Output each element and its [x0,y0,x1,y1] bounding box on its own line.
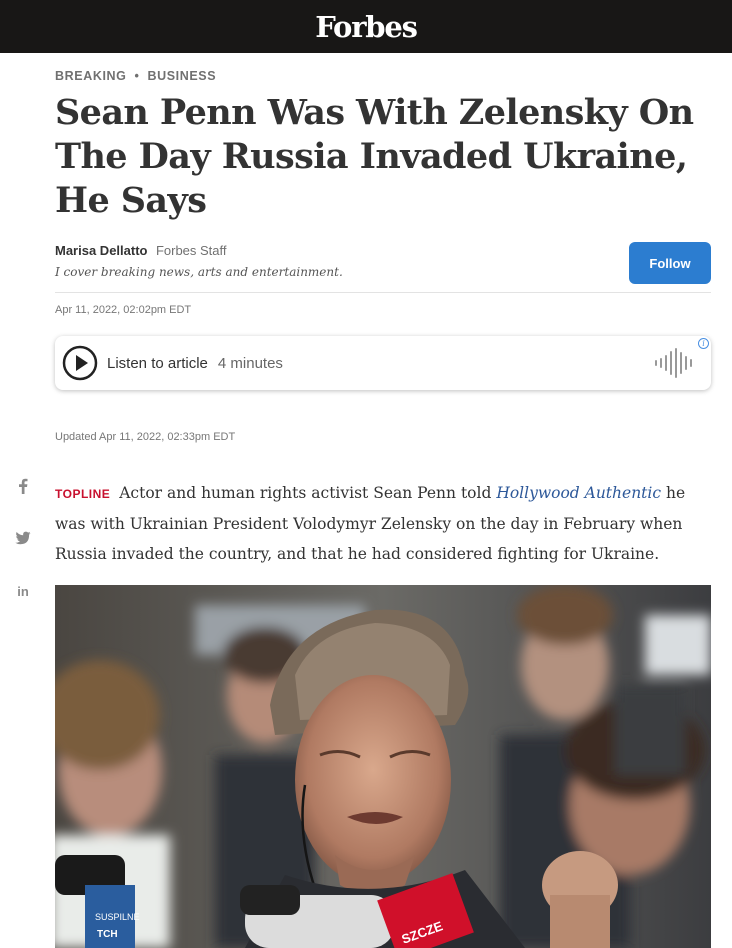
updated-date: Updated Apr 11, 2022, 02:33pm EDT [55,431,236,443]
article-photo: SUSPILNE ТСН SZCZE [55,585,711,948]
listen-duration: 4 minutes [217,354,283,372]
topline-label: TOPLINE [55,487,111,501]
listen-to-article-player[interactable]: Listen to article 4 minutes i [55,336,711,390]
breadcrumb: BREAKING • BUSINESS [55,69,216,83]
author-name[interactable]: Marisa Dellatto [55,243,147,258]
breadcrumb-separator: • [134,69,140,83]
listen-label: Listen to article [107,354,208,372]
forbes-logo[interactable]: Forbes [315,10,418,44]
audio-wave-icon [655,348,692,378]
mic-flag-1: SUSPILNE [95,912,140,922]
author-bio: I cover breaking news, arts and entertai… [55,265,343,279]
topline-text-before: Actor and human rights activist Sean Pen… [119,484,492,502]
article-title: Sean Penn Was With Zelensky On The Day R… [55,92,694,221]
author-block: Marisa Dellatto Forbes Staff I cover bre… [55,242,711,288]
divider [55,292,711,293]
follow-button[interactable]: Follow [629,242,711,284]
play-icon[interactable] [62,345,98,381]
twitter-icon[interactable] [10,531,36,548]
mic-flag-2: ТСН [97,929,118,940]
breadcrumb-breaking[interactable]: BREAKING [55,69,126,83]
facebook-icon[interactable] [10,478,36,497]
breadcrumb-business[interactable]: BUSINESS [147,69,216,83]
hollywood-authentic-link[interactable]: Hollywood Authentic [496,484,661,502]
linkedin-icon[interactable]: in [10,584,36,599]
ad-info-icon[interactable]: i [698,338,709,349]
topline-paragraph: TOPLINE Actor and human rights activist … [55,478,715,569]
author-role: Forbes Staff [155,243,227,258]
publish-date: Apr 11, 2022, 02:02pm EDT [55,304,192,316]
top-navbar: Forbes [0,0,732,53]
